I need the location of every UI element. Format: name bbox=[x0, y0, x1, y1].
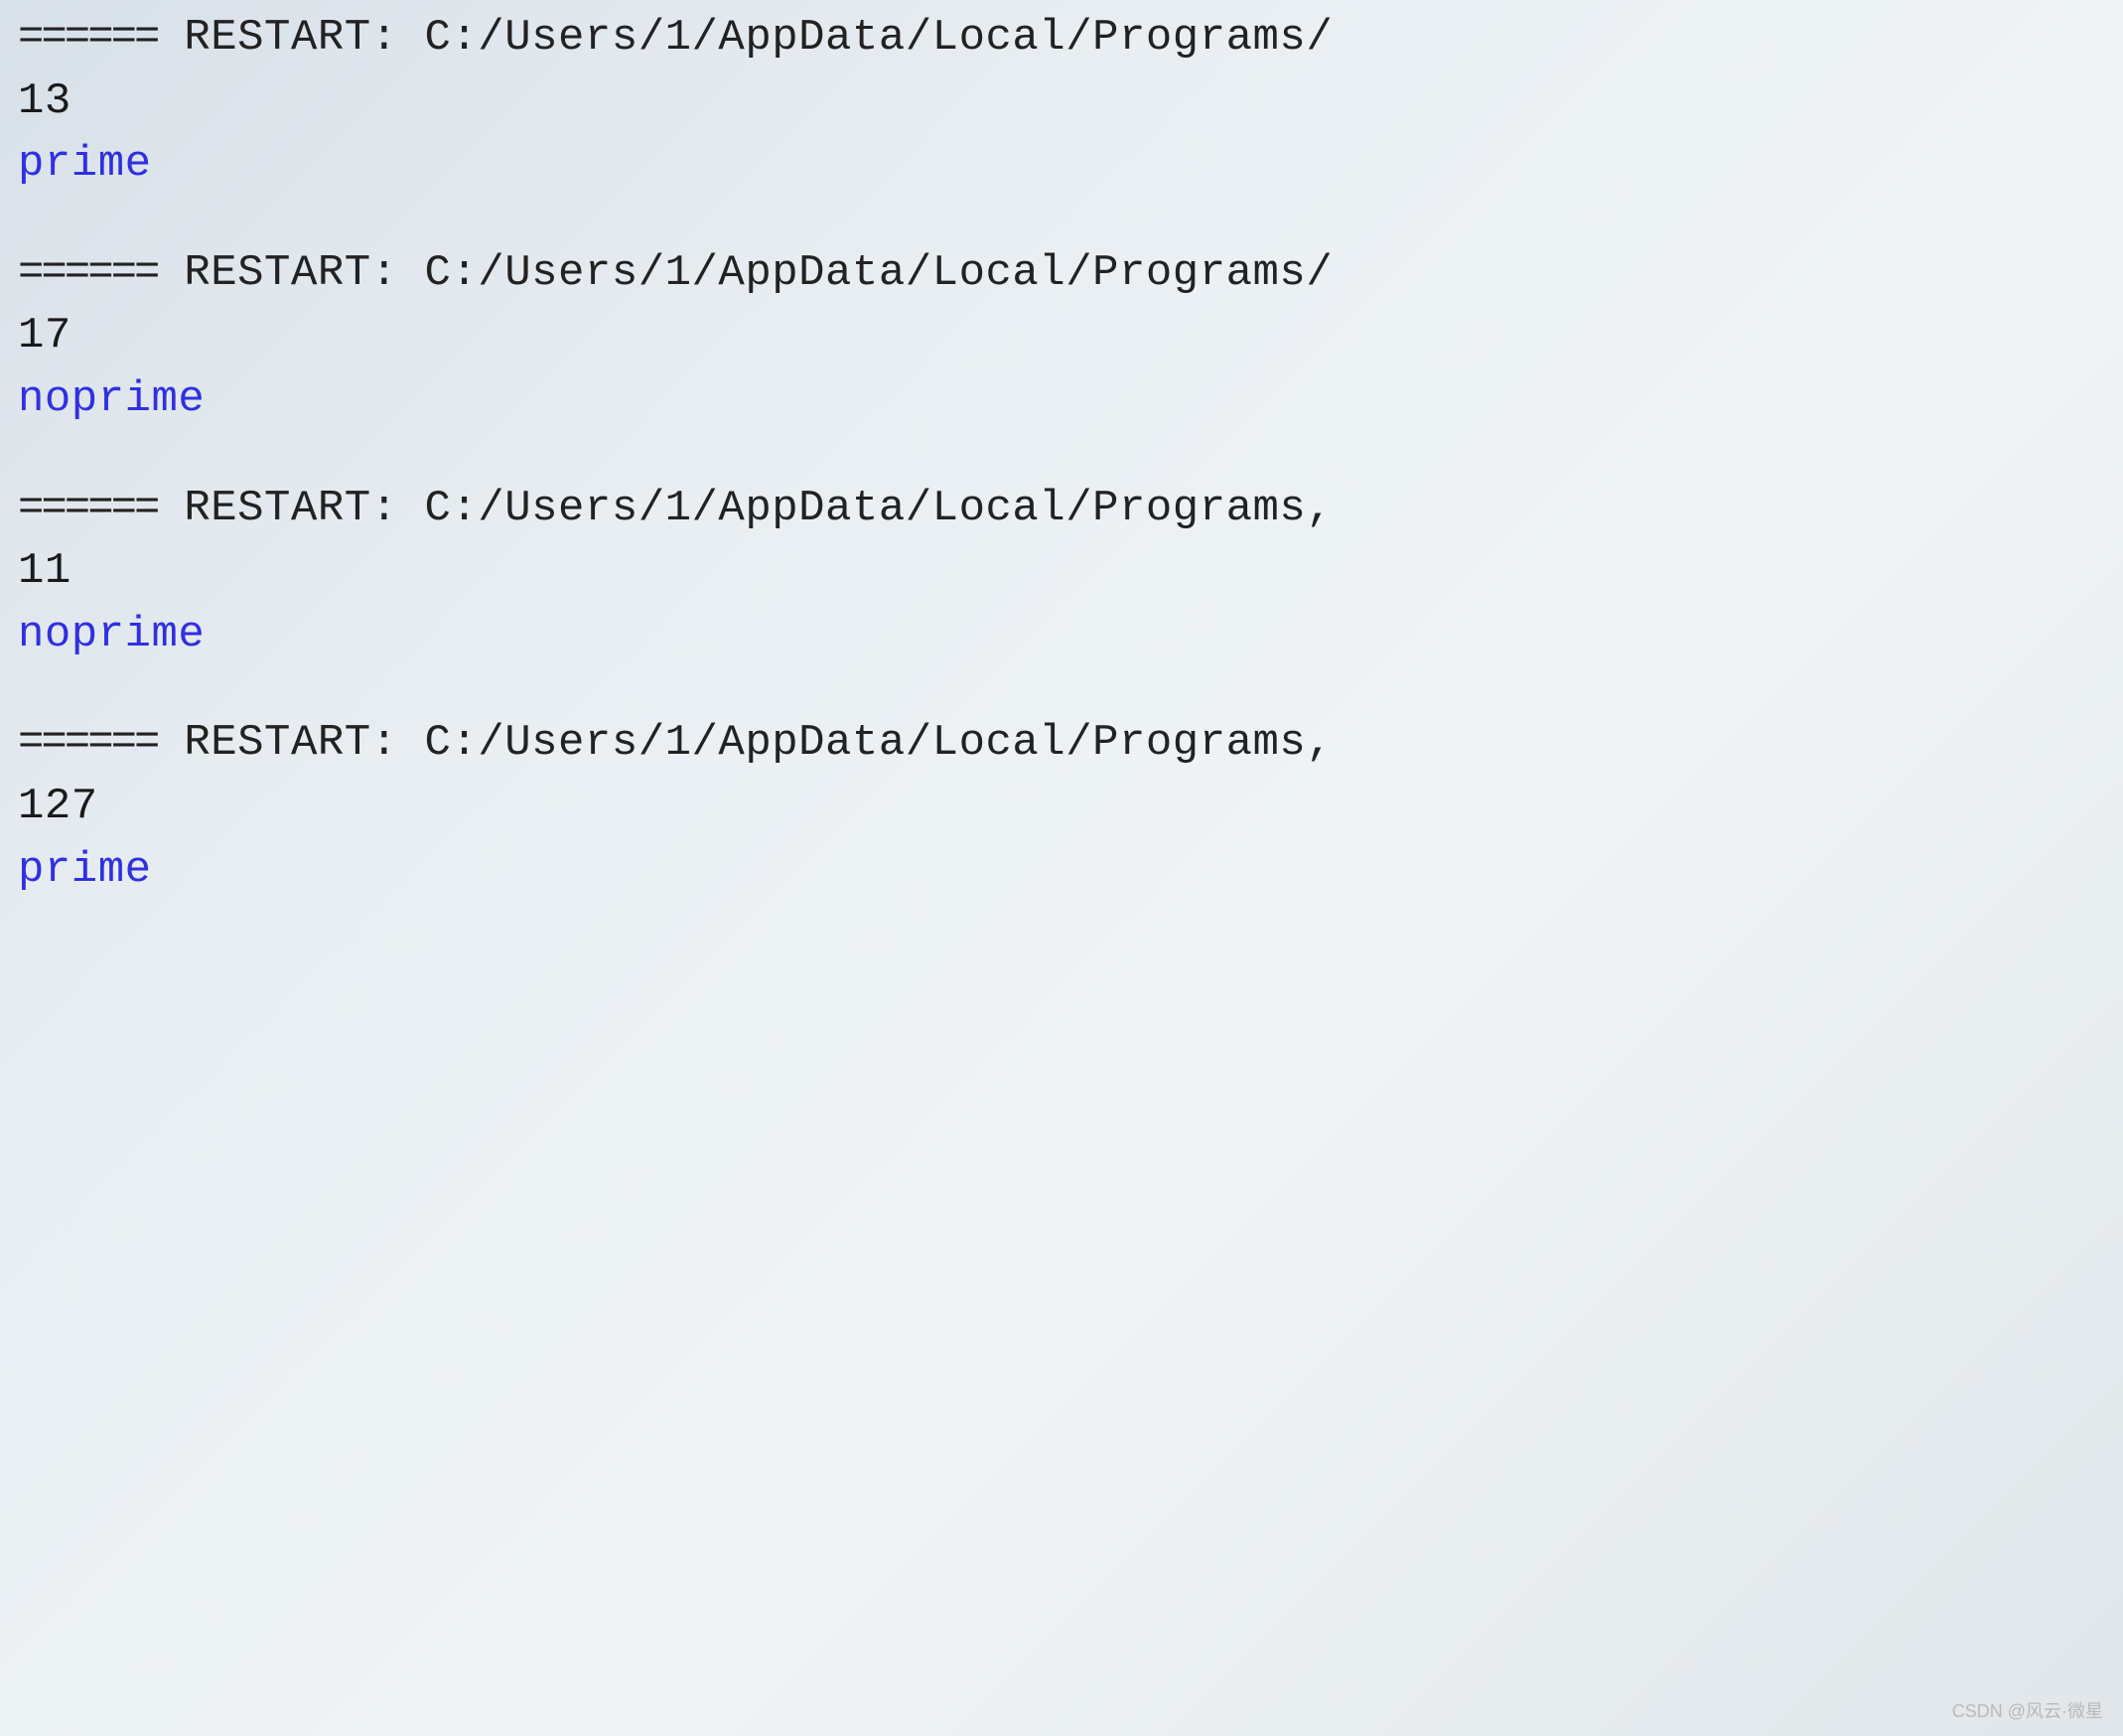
output-value: prime bbox=[18, 134, 2123, 196]
output-value: noprime bbox=[18, 369, 2123, 431]
restart-line: ====== RESTART: C:/Users/1/AppData/Local… bbox=[18, 8, 2123, 70]
restart-label: RESTART: bbox=[157, 484, 424, 533]
restart-equals: ====== bbox=[18, 13, 157, 63]
input-value: 127 bbox=[18, 777, 2123, 838]
restart-label: RESTART: bbox=[157, 718, 424, 768]
run-block-3: ====== RESTART: C:/Users/1/AppData/Local… bbox=[18, 479, 2123, 666]
input-value: 13 bbox=[18, 72, 2123, 133]
run-block-4: ====== RESTART: C:/Users/1/AppData/Local… bbox=[18, 713, 2123, 901]
restart-equals: ====== bbox=[18, 484, 157, 533]
restart-path: C:/Users/1/AppData/Local/Programs, bbox=[424, 718, 1333, 768]
watermark-text: CSDN @风云·微星 bbox=[1952, 1699, 2103, 1724]
output-value: prime bbox=[18, 840, 2123, 902]
restart-line: ====== RESTART: C:/Users/1/AppData/Local… bbox=[18, 479, 2123, 540]
restart-label: RESTART: bbox=[157, 13, 424, 63]
run-block-1: ====== RESTART: C:/Users/1/AppData/Local… bbox=[18, 8, 2123, 196]
run-block-2: ====== RESTART: C:/Users/1/AppData/Local… bbox=[18, 243, 2123, 431]
restart-line: ====== RESTART: C:/Users/1/AppData/Local… bbox=[18, 243, 2123, 305]
input-value: 17 bbox=[18, 306, 2123, 367]
input-value: 11 bbox=[18, 541, 2123, 603]
restart-equals: ====== bbox=[18, 718, 157, 768]
restart-path: C:/Users/1/AppData/Local/Programs/ bbox=[424, 13, 1333, 63]
restart-equals: ====== bbox=[18, 248, 157, 298]
output-value: noprime bbox=[18, 605, 2123, 666]
restart-line: ====== RESTART: C:/Users/1/AppData/Local… bbox=[18, 713, 2123, 775]
restart-label: RESTART: bbox=[157, 248, 424, 298]
restart-path: C:/Users/1/AppData/Local/Programs, bbox=[424, 484, 1333, 533]
restart-path: C:/Users/1/AppData/Local/Programs/ bbox=[424, 248, 1333, 298]
